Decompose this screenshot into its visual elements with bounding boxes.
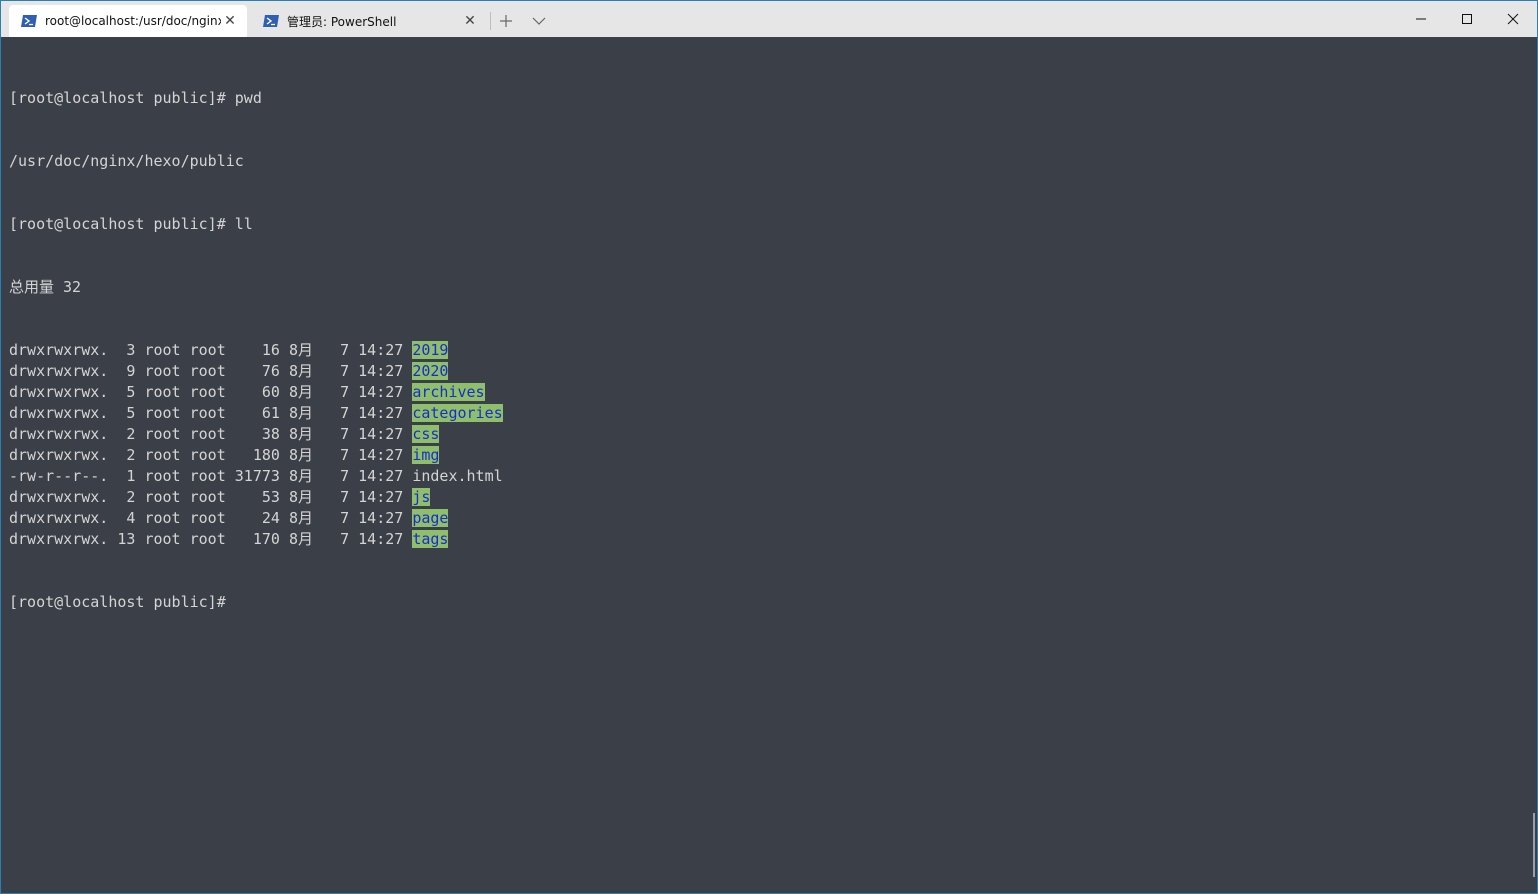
listing-row: drwxrwxrwx. 3 root root 16 8月 7 14:27 20… [9, 340, 503, 361]
tab-dropdown-button[interactable] [527, 9, 551, 33]
close-tab-icon[interactable]: ✕ [461, 12, 479, 30]
file-name: index.html [412, 467, 503, 485]
powershell-icon [21, 14, 37, 28]
listing-meta: drwxrwxrwx. 2 root root 180 8月 7 14:27 [9, 446, 413, 464]
maximize-icon [1462, 14, 1472, 24]
close-window-button[interactable] [1490, 1, 1536, 37]
title-bar: root@localhost:/usr/doc/nginx/ ✕ 管理员: Po… [1, 1, 1537, 37]
listing-row: -rw-r--r--. 1 root root 31773 8月 7 14:27… [9, 466, 503, 487]
terminal-line: [root@localhost public]# ll [9, 215, 253, 233]
directory-name: 2020 [412, 362, 449, 380]
directory-name: categories [412, 404, 503, 422]
listing-meta: drwxrwxrwx. 2 root root 38 8月 7 14:27 [9, 425, 413, 443]
chevron-down-icon [532, 17, 546, 25]
listing-meta: drwxrwxrwx. 3 root root 16 8月 7 14:27 [9, 341, 413, 359]
directory-name: page [412, 509, 449, 527]
plus-icon [500, 15, 512, 27]
listing-meta: drwxrwxrwx. 5 root root 60 8月 7 14:27 [9, 383, 413, 401]
directory-name: tags [412, 530, 449, 548]
minimize-button[interactable] [1398, 1, 1444, 37]
listing-meta: drwxrwxrwx. 9 root root 76 8月 7 14:27 [9, 362, 413, 380]
listing-meta: drwxrwxrwx. 5 root root 61 8月 7 14:27 [9, 404, 413, 422]
listing-meta: drwxrwxrwx. 4 root root 24 8月 7 14:27 [9, 509, 413, 527]
terminal-output[interactable]: [root@localhost public]# pwd /usr/doc/ng… [9, 46, 503, 655]
directory-name: img [412, 446, 440, 464]
new-tab-button[interactable] [494, 9, 518, 33]
maximize-button[interactable] [1444, 1, 1490, 37]
listing-row: drwxrwxrwx. 2 root root 180 8月 7 14:27 i… [9, 445, 503, 466]
listing-row: drwxrwxrwx. 5 root root 61 8月 7 14:27 ca… [9, 403, 503, 424]
close-icon [1507, 13, 1519, 25]
terminal-line: [root@localhost public]# pwd [9, 89, 262, 107]
terminal-line: /usr/doc/nginx/hexo/public [9, 152, 244, 170]
directory-name: archives [412, 383, 485, 401]
tab-divider [490, 12, 491, 30]
terminal-prompt: [root@localhost public]# [9, 593, 226, 611]
listing-row: drwxrwxrwx. 2 root root 53 8月 7 14:27 js [9, 487, 503, 508]
listing-row: drwxrwxrwx. 13 root root 170 8月 7 14:27 … [9, 529, 503, 550]
terminal-line: 总用量 32 [9, 278, 82, 296]
close-tab-icon[interactable]: ✕ [221, 12, 239, 30]
listing-row: drwxrwxrwx. 9 root root 76 8月 7 14:27 20… [9, 361, 503, 382]
listing-meta: drwxrwxrwx. 2 root root 53 8月 7 14:27 [9, 488, 413, 506]
directory-name: 2019 [412, 341, 449, 359]
listing-meta: -rw-r--r--. 1 root root 31773 8月 7 14:27 [9, 467, 413, 485]
powershell-icon [263, 14, 279, 28]
tab-label: 管理员: PowerShell [287, 14, 397, 29]
listing-row: drwxrwxrwx. 5 root root 60 8月 7 14:27 ar… [9, 382, 503, 403]
listing-row: drwxrwxrwx. 4 root root 24 8月 7 14:27 pa… [9, 508, 503, 529]
listing-meta: drwxrwxrwx. 13 root root 170 8月 7 14:27 [9, 530, 413, 548]
terminal-window: root@localhost:/usr/doc/nginx/ ✕ 管理员: Po… [0, 0, 1538, 894]
listing-row: drwxrwxrwx. 2 root root 38 8月 7 14:27 cs… [9, 424, 503, 445]
directory-name: css [412, 425, 440, 443]
directory-listing: drwxrwxrwx. 3 root root 16 8月 7 14:27 20… [9, 340, 503, 550]
minimize-icon [1416, 18, 1426, 20]
tab-root-ssh[interactable]: root@localhost:/usr/doc/nginx/ ✕ [9, 5, 247, 37]
scrollbar-thumb[interactable] [1533, 813, 1535, 877]
tab-powershell[interactable]: 管理员: PowerShell ✕ [251, 5, 487, 37]
directory-name: js [412, 488, 431, 506]
tab-label: root@localhost:/usr/doc/nginx/ [45, 14, 221, 28]
